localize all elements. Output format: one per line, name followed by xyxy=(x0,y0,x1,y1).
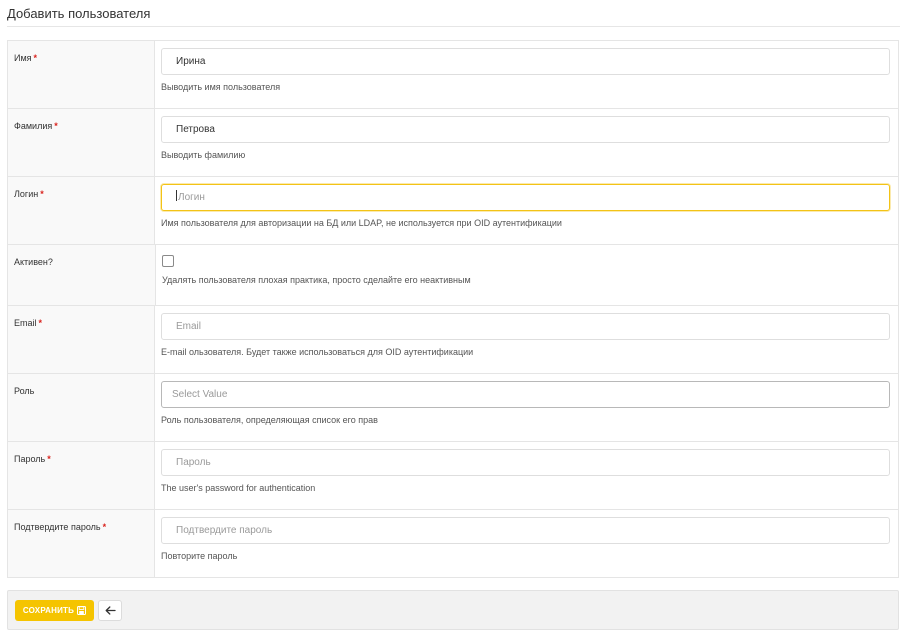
field-cell-email: Email E-mail ользователя. Будет также ис… xyxy=(155,306,898,373)
field-label-last-name: Фамилия * xyxy=(8,109,155,176)
label-text: Имя xyxy=(14,53,32,63)
login-placeholder: Логин xyxy=(178,192,205,203)
form-actions-bar: СОХРАНИТЬ xyxy=(7,590,899,630)
field-cell-active: Удалять пользователя плохая практика, пр… xyxy=(156,245,898,305)
save-button[interactable]: СОХРАНИТЬ xyxy=(15,600,94,621)
role-select[interactable]: Select Value xyxy=(161,381,890,408)
form-row-role: Роль Select Value Роль пользователя, опр… xyxy=(8,374,898,442)
user-form: Имя * Ирина Выводить имя пользователя Фам… xyxy=(7,40,899,578)
required-mark: * xyxy=(102,522,107,532)
save-label: СОХРАНИТЬ xyxy=(22,606,75,615)
password-confirm-help: Повторите пароль xyxy=(161,551,238,561)
field-label-password-confirm: Подтвердите пароль * xyxy=(8,510,155,577)
form-row-password-confirm: Подтвердите пароль * Подтвердите пароль П… xyxy=(8,510,898,578)
label-text: Фамилия xyxy=(14,121,53,131)
field-label-login: Логин * xyxy=(8,177,155,244)
required-mark: * xyxy=(40,189,44,199)
page-title: Добавить пользователя xyxy=(7,6,151,21)
field-label-password: Пароль * xyxy=(8,442,155,509)
active-checkbox[interactable] xyxy=(162,255,174,267)
field-label-email: Email * xyxy=(8,306,155,373)
first-name-input[interactable]: Ирина xyxy=(161,48,890,75)
label-text: Подтвердите пароль xyxy=(14,522,101,532)
arrow-left-icon xyxy=(105,603,116,618)
required-mark: * xyxy=(54,121,58,131)
form-row-active: Активен? Удалять пользователя плохая пра… xyxy=(8,245,898,306)
required-mark: * xyxy=(33,53,38,63)
label-text: Email xyxy=(14,318,37,328)
field-label-role: Роль xyxy=(8,374,155,441)
form-row-email: Email * Email E-mail ользователя. Будет т… xyxy=(8,306,898,374)
first-name-help: Выводить имя пользователя xyxy=(161,82,281,92)
form-row-login: Логин * Логин Имя пользователя для автори… xyxy=(8,177,898,245)
form-row-password: Пароль * Пароль The user's password for a… xyxy=(8,442,898,510)
email-input[interactable]: Email xyxy=(161,313,890,340)
field-cell-last-name: Петрова Выводить фамилию xyxy=(155,109,898,176)
last-name-help: Выводить фамилию xyxy=(161,150,246,160)
label-text: Роль xyxy=(14,386,35,396)
password-help: The user's password for authentication xyxy=(161,483,316,493)
role-help: Роль пользователя, определяющая список е… xyxy=(161,415,378,425)
form-row-last-name: Фамилия * Петрова Выводить фамилию xyxy=(8,109,898,177)
required-mark: * xyxy=(47,454,51,464)
field-label-first-name: Имя * xyxy=(8,41,155,108)
text-caret xyxy=(176,190,177,201)
title-divider xyxy=(7,26,900,27)
label-text: Пароль xyxy=(14,454,46,464)
label-text: Логин xyxy=(14,189,39,199)
active-help: Удалять пользователя плохая практика, пр… xyxy=(162,275,471,285)
login-input[interactable]: Логин xyxy=(161,184,890,211)
email-help: E-mail ользователя. Будет также использо… xyxy=(161,347,474,357)
field-cell-role: Select Value Роль пользователя, определя… xyxy=(155,374,898,441)
field-cell-password: Пароль The user's password for authentic… xyxy=(155,442,898,509)
field-cell-first-name: Ирина Выводить имя пользователя xyxy=(155,41,898,108)
field-cell-login: Логин Имя пользователя для авторизации н… xyxy=(155,177,898,244)
save-icon xyxy=(77,606,87,615)
field-label-active: Активен? xyxy=(8,245,156,305)
required-mark: * xyxy=(38,318,43,328)
last-name-input[interactable]: Петрова xyxy=(161,116,890,143)
password-confirm-input[interactable]: Подтвердите пароль xyxy=(161,517,890,544)
password-input[interactable]: Пароль xyxy=(161,449,890,476)
login-help: Имя пользователя для авторизации на БД и… xyxy=(161,218,562,228)
form-row-first-name: Имя * Ирина Выводить имя пользователя xyxy=(8,41,898,109)
label-text: Активен? xyxy=(14,257,53,267)
back-button[interactable] xyxy=(98,600,122,621)
field-cell-password-confirm: Подтвердите пароль Повторите пароль xyxy=(155,510,898,577)
